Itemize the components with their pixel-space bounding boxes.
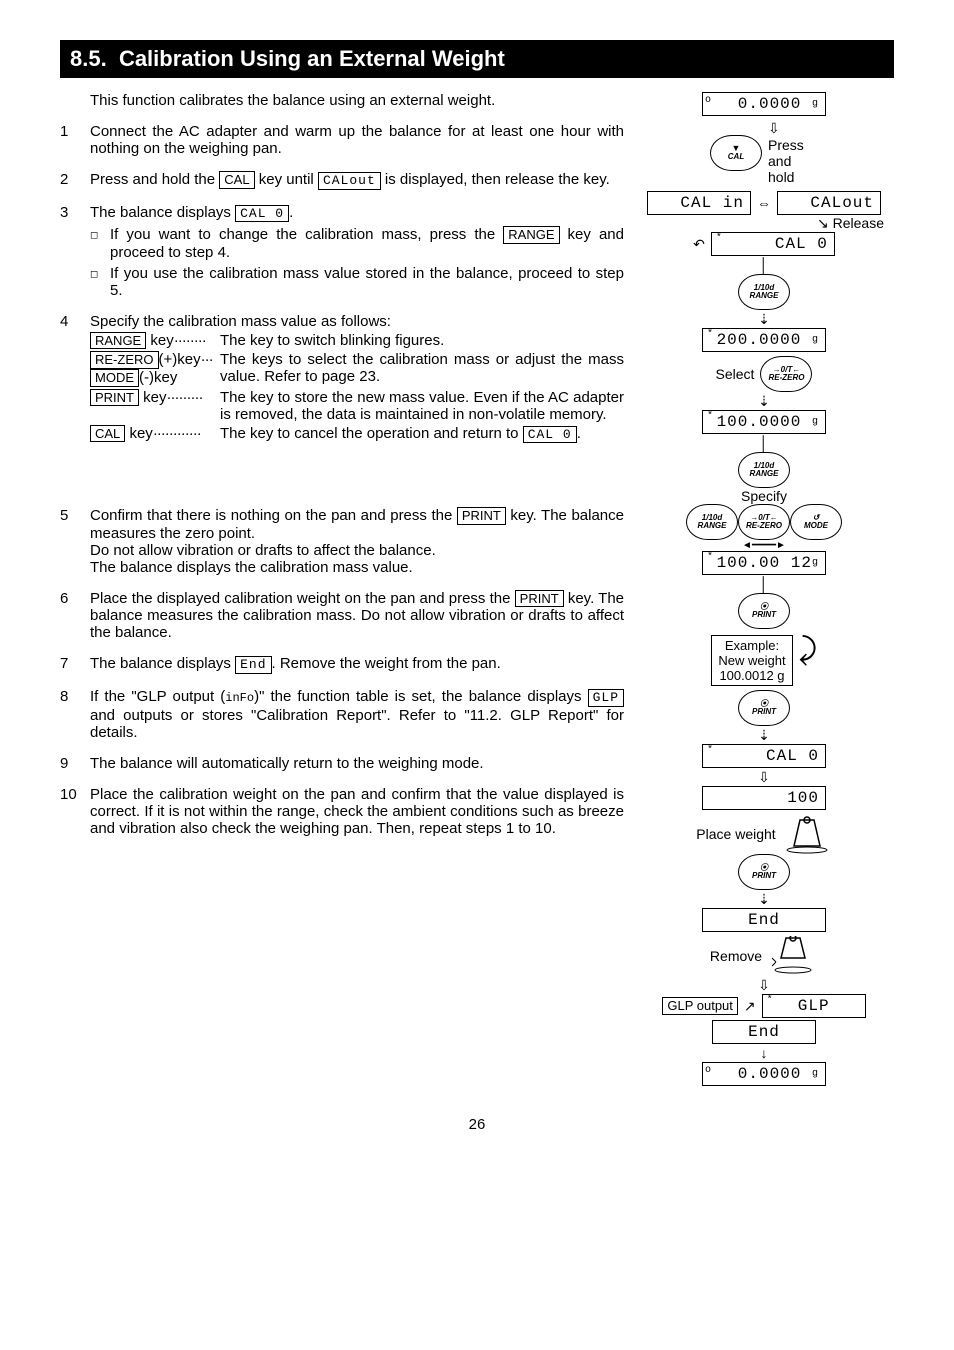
print-button-icon: ⦿ PRINT <box>738 593 790 629</box>
print-key-ref: PRINT <box>515 590 564 608</box>
lcd-cal0: CAL 0 <box>711 232 835 256</box>
print-button-icon: ⦿ PRINT <box>738 854 790 890</box>
cal0-display: CAL 0 <box>235 205 289 223</box>
step-10: 10 Place the calibration weight on the p… <box>60 786 624 837</box>
lcd-100-12: 100.00 12g <box>702 551 826 575</box>
section-title: Calibration Using an External Weight <box>119 46 505 71</box>
cal-key-ref: CAL <box>219 171 254 189</box>
range-button-icon: 1/10d RANGE <box>738 274 790 310</box>
print-button-icon: ⦿ PRINT <box>738 690 790 726</box>
cal-button-icon: ▼ CAL <box>710 135 762 171</box>
press-hold-label: ⇩ Press and hold <box>768 120 818 185</box>
step-4: 4 Specify the calibration mass value as … <box>60 313 624 443</box>
step-1: 1 Connect the AC adapter and warm up the… <box>60 123 624 157</box>
section-number: 8.5. <box>70 46 107 71</box>
weight-icon <box>782 814 832 854</box>
print-key-ref: PRINT <box>90 389 139 407</box>
step-3: 3 The balance displays CAL 0. ◻ If you w… <box>60 204 624 299</box>
rezero-button-icon: →0/T← RE-ZERO <box>760 356 812 392</box>
range-button-icon: 1/10d RANGE <box>738 452 790 488</box>
place-weight-label: Place weight <box>696 826 775 842</box>
lcd-100b: 100 <box>702 786 826 810</box>
range-key-ref: RANGE <box>503 226 559 244</box>
arrow-lr-icon: ⇔ <box>757 195 771 211</box>
lcd-cal0-b: CAL 0 <box>702 744 826 768</box>
remove-label: Remove <box>710 948 762 964</box>
step-9: 9 The balance will automatically return … <box>60 755 624 772</box>
end-display: End <box>235 656 271 674</box>
bullet-mark: ◻ <box>90 265 110 299</box>
specify-label: Specify <box>741 488 787 504</box>
release-label: ↘ Release <box>634 215 894 232</box>
lcd-final: o0.0000 g <box>702 1062 826 1086</box>
mode-key-ref: MODE <box>90 369 139 387</box>
rezero-key-ref: RE-ZERO <box>90 351 159 369</box>
lcd-glp: GLP <box>762 994 866 1018</box>
lcd-end: End <box>702 908 826 932</box>
print-key-ref: PRINT <box>457 507 506 525</box>
lcd-calout: CALout <box>777 191 881 215</box>
glp-display: GLP <box>588 689 624 707</box>
flowchart-column: o0.0000 g ▼ CAL ⇩ Press and hold CAL in … <box>634 92 894 1086</box>
info-text: inFo <box>225 691 254 705</box>
page-number: 26 <box>60 1116 894 1133</box>
mode-button-icon: ↺ MODE <box>790 504 842 540</box>
example-box: Example: New weight 100.0012 g <box>711 635 792 686</box>
lcd-calin: CAL in <box>647 191 751 215</box>
intro-text: This function calibrates the balance usi… <box>90 92 624 109</box>
bullet-mark: ◻ <box>90 226 110 261</box>
calout-display: CALout <box>318 172 381 190</box>
lcd-200: 200.0000 g <box>702 328 826 352</box>
section-header: 8.5. Calibration Using an External Weigh… <box>60 40 894 78</box>
cal-key-ref: CAL <box>90 425 125 443</box>
step-7: 7 The balance displays End. Remove the w… <box>60 655 624 674</box>
lcd-end2: End <box>712 1020 816 1044</box>
lcd-100: 100.0000 g <box>702 410 826 434</box>
lcd-start: o0.0000 g <box>702 92 826 116</box>
curve-arrow-icon: ↶ <box>693 236 705 253</box>
step-8: 8 If the "GLP output (inFo)" the functio… <box>60 688 624 741</box>
main-text-column: This function calibrates the balance usi… <box>60 92 634 851</box>
step-2: 2 Press and hold the CAL key until CALou… <box>60 171 624 190</box>
rezero-button-icon: →0/T← RE-ZERO <box>738 504 790 540</box>
step-6: 6 Place the displayed calibration weight… <box>60 590 624 642</box>
remove-weight-icon <box>768 936 818 976</box>
step-5: 5 Confirm that there is nothing on the p… <box>60 507 624 576</box>
range-button-icon: 1/10d RANGE <box>686 504 738 540</box>
glp-output-label: GLP output <box>662 997 738 1015</box>
cal0-display: CAL 0 <box>523 426 577 444</box>
range-key-ref: RANGE <box>90 332 146 350</box>
select-label: Select <box>716 366 755 382</box>
